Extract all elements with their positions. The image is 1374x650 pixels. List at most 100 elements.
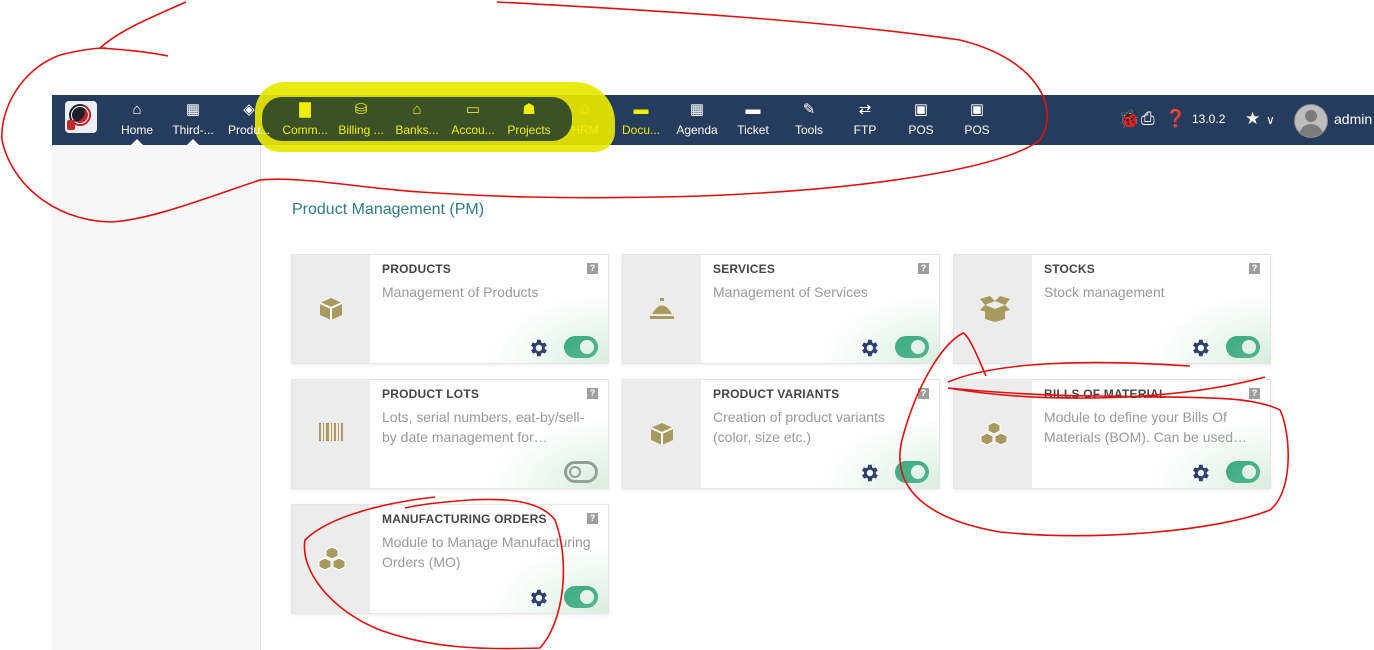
menu-item-13[interactable]: ✎ Tools xyxy=(781,95,837,145)
module-icon-box xyxy=(954,380,1032,488)
chevron-down-icon[interactable]: ∨ xyxy=(1266,113,1275,127)
gear-icon[interactable] xyxy=(1189,462,1211,488)
module-title: PRODUCT VARIANTS xyxy=(713,387,840,401)
menu-item-11[interactable]: ▦ Agenda xyxy=(669,95,725,145)
module-title: MANUFACTURING ORDERS xyxy=(382,512,547,526)
module-description: Lots, serial numbers, eat-by/sell-by dat… xyxy=(382,409,585,445)
menu-item-label: Comm... xyxy=(282,123,328,137)
cube-icon: ◈ xyxy=(243,101,255,118)
menu-item-1[interactable]: ⌂ Home xyxy=(109,95,165,145)
wrench-icon: ✎ xyxy=(802,101,816,118)
module-toggle[interactable] xyxy=(564,336,598,358)
menu-item-9[interactable]: ☺ HRM xyxy=(557,95,613,145)
module-description: Creation of product variants (color, siz… xyxy=(713,409,885,445)
module-description: Management of Products xyxy=(382,284,539,300)
menu-item-label: Projects xyxy=(507,123,551,137)
module-toggle[interactable] xyxy=(564,461,598,483)
printer-icon[interactable]: ⎙ xyxy=(1141,109,1155,129)
module-card[interactable]: SERVICES Management of Services ? xyxy=(622,254,940,364)
menu-item-label: HRM xyxy=(571,123,599,137)
menu-item-label: Produ... xyxy=(227,123,271,137)
module-title: PRODUCT LOTS xyxy=(382,387,480,401)
bank-icon: ⌂ xyxy=(412,101,422,118)
module-title: STOCKS xyxy=(1044,262,1095,276)
briefcase-icon: ▇ xyxy=(299,101,311,118)
module-toggle[interactable] xyxy=(1226,336,1260,358)
menu-item-2[interactable]: ▦ Third-... xyxy=(165,95,221,145)
module-toggle[interactable] xyxy=(895,336,929,358)
menu-item-label: Docu... xyxy=(621,123,660,137)
gear-icon[interactable] xyxy=(527,587,549,613)
module-title: BILLS OF MATERIAL xyxy=(1044,387,1167,401)
cash-register-icon: ▣ xyxy=(913,101,929,118)
module-description: Module to Manage Manufacturing Orders (M… xyxy=(382,534,591,570)
module-toggle[interactable] xyxy=(564,586,598,608)
avatar[interactable] xyxy=(1294,104,1328,138)
menu-item-12[interactable]: ▬ Ticket xyxy=(725,95,781,145)
bug-icon[interactable]: 🐞 xyxy=(1118,109,1140,130)
menu-item-label: Tools xyxy=(794,123,823,137)
module-card[interactable]: BILLS OF MATERIAL Module to define your … xyxy=(953,379,1271,489)
help-icon[interactable]: ? xyxy=(918,388,929,399)
help-icon[interactable]: ❓ xyxy=(1165,109,1186,129)
module-icon-box xyxy=(292,255,370,363)
menu-item-label: POS xyxy=(908,123,934,137)
menu-item-5[interactable]: ⛁ Billing ... xyxy=(333,95,389,145)
menu-item-8[interactable]: ☗ Projects xyxy=(501,95,557,145)
sitemap-icon: ☗ xyxy=(522,101,536,118)
left-sidebar xyxy=(52,145,261,650)
module-card[interactable]: STOCKS Stock management ? xyxy=(953,254,1271,364)
help-icon[interactable]: ? xyxy=(587,513,598,524)
user-tie-icon: ☺ xyxy=(577,101,593,118)
module-description: Management of Services xyxy=(713,284,868,300)
help-icon[interactable]: ? xyxy=(1249,263,1260,274)
user-name[interactable]: admin xyxy=(1334,111,1372,127)
bookmark-star-icon[interactable]: ★ xyxy=(1245,109,1260,129)
module-title: SERVICES xyxy=(713,262,776,276)
module-card[interactable]: PRODUCTS Management of Products ? xyxy=(291,254,609,364)
calendar-icon: ▦ xyxy=(689,101,705,118)
money-bill-icon: ▭ xyxy=(465,101,481,118)
gear-icon[interactable] xyxy=(858,337,880,363)
module-icon-box xyxy=(292,505,370,613)
help-icon[interactable]: ? xyxy=(918,263,929,274)
module-card[interactable]: PRODUCT VARIANTS Creation of product var… xyxy=(622,379,940,489)
home-icon: ⌂ xyxy=(132,101,142,118)
module-card[interactable]: PRODUCT LOTS Lots, serial numbers, eat-b… xyxy=(291,379,609,489)
coins-icon: ⛁ xyxy=(354,101,368,118)
gear-icon[interactable] xyxy=(527,337,549,363)
version-label: 13.0.2 xyxy=(1192,112,1226,126)
ticket-icon: ▬ xyxy=(745,101,761,118)
gear-icon[interactable] xyxy=(858,462,880,488)
menu-item-label: Banks... xyxy=(395,123,439,137)
exchange-icon: ⇄ xyxy=(858,101,872,118)
module-description: Module to define your Bills Of Materials… xyxy=(1044,409,1248,445)
menu-item-3[interactable]: ◈ Produ... xyxy=(221,95,277,145)
module-icon-box xyxy=(623,380,701,488)
menu-item-label: Accou... xyxy=(451,123,495,137)
module-toggle[interactable] xyxy=(1226,461,1260,483)
help-icon[interactable]: ? xyxy=(1249,388,1260,399)
menu-item-label: Billing ... xyxy=(338,123,384,137)
page-title: Product Management (PM) xyxy=(292,201,485,218)
menu-item-label: POS xyxy=(964,123,990,137)
menu-item-10[interactable]: ▬ Docu... xyxy=(613,95,669,145)
module-card[interactable]: MANUFACTURING ORDERS Module to Manage Ma… xyxy=(291,504,609,614)
module-toggle[interactable] xyxy=(895,461,929,483)
menu-item-4[interactable]: ▇ Comm... xyxy=(277,95,333,145)
help-icon[interactable]: ? xyxy=(587,263,598,274)
menu-item-16[interactable]: ▣ POS xyxy=(949,95,1005,145)
menu-item-6[interactable]: ⌂ Banks... xyxy=(389,95,445,145)
module-icon-box xyxy=(623,255,701,363)
menu-item-7[interactable]: ▭ Accou... xyxy=(445,95,501,145)
building-icon: ▦ xyxy=(185,101,201,118)
menu-item-14[interactable]: ⇄ FTP xyxy=(837,95,893,145)
menu-item-15[interactable]: ▣ POS xyxy=(893,95,949,145)
menu-item-label: Agenda xyxy=(676,123,718,137)
module-title: PRODUCTS xyxy=(382,262,451,276)
folder-open-icon: ▬ xyxy=(633,101,649,118)
module-icon-box xyxy=(954,255,1032,363)
menu-item-label: Ticket xyxy=(737,123,769,137)
gear-icon[interactable] xyxy=(1189,337,1211,363)
help-icon[interactable]: ? xyxy=(587,388,598,399)
